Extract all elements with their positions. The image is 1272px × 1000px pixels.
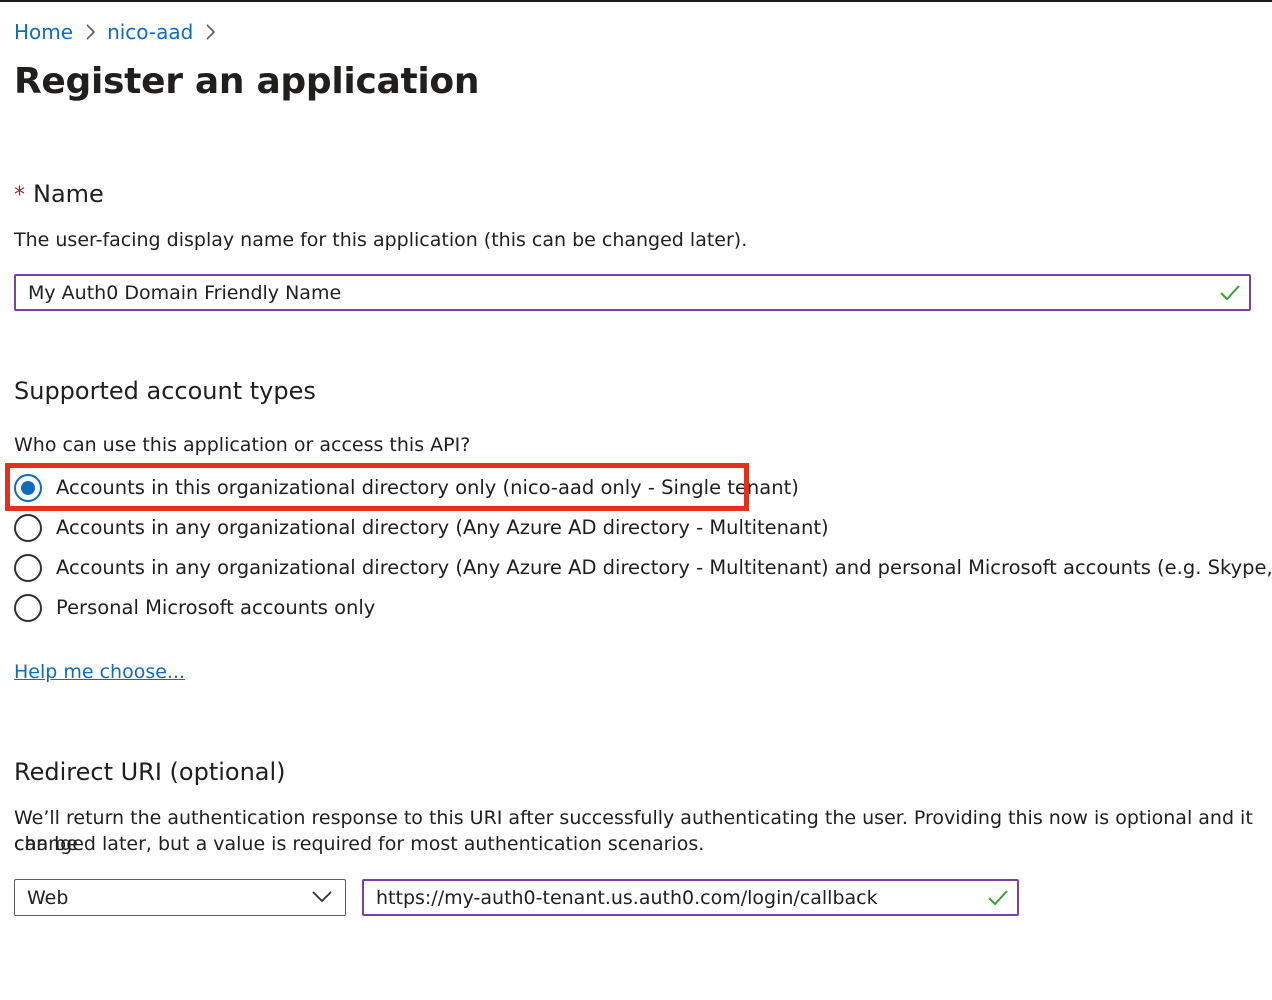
name-description: The user-facing display name for this ap… [14, 229, 748, 251]
chevron-right-icon [73, 23, 107, 41]
radio-button[interactable] [14, 554, 42, 582]
required-asterisk: * [14, 183, 25, 208]
platform-select[interactable]: Web [14, 879, 346, 916]
account-types-title: Supported account types [14, 377, 316, 405]
radio-button[interactable] [14, 514, 42, 542]
account-type-option-multitenant[interactable]: Accounts in any organizational directory… [14, 514, 829, 542]
radio-button[interactable] [14, 594, 42, 622]
account-type-option-multitenant-personal[interactable]: Accounts in any organizational directory… [14, 554, 1272, 582]
chevron-down-icon [312, 891, 332, 903]
account-type-option-label: Accounts in any organizational directory… [56, 556, 1272, 579]
checkmark-icon [988, 890, 1008, 906]
redirect-uri-description-line2: changed later, but a value is required f… [14, 833, 705, 855]
redirect-uri-value: https://my-auth0-tenant.us.auth0.com/log… [376, 886, 878, 909]
chevron-right-icon [193, 23, 227, 41]
name-label: * Name [14, 178, 104, 212]
name-input-value: My Auth0 Domain Friendly Name [28, 281, 342, 304]
page-title: Register an application [14, 61, 480, 102]
account-type-option-label: Personal Microsoft accounts only [56, 596, 376, 619]
account-type-option-label: Accounts in this organizational director… [56, 476, 799, 499]
redirect-uri-title: Redirect URI (optional) [14, 758, 286, 786]
redirect-uri-input[interactable]: https://my-auth0-tenant.us.auth0.com/log… [362, 879, 1019, 916]
register-app-page: Home nico-aad Register an application * N… [0, 0, 1272, 1000]
account-type-option-single-tenant[interactable]: Accounts in this organizational director… [14, 474, 799, 502]
name-input[interactable]: My Auth0 Domain Friendly Name [14, 274, 1251, 311]
name-label-text: Name [33, 180, 104, 208]
account-type-option-label: Accounts in any organizational directory… [56, 516, 829, 539]
radio-button-selected[interactable] [14, 474, 42, 502]
account-types-question: Who can use this application or access t… [14, 434, 471, 456]
breadcrumb: Home nico-aad [14, 19, 227, 45]
help-me-choose-link[interactable]: Help me choose... [14, 659, 185, 685]
account-type-option-personal-only[interactable]: Personal Microsoft accounts only [14, 594, 375, 622]
breadcrumb-tenant-link[interactable]: nico-aad [107, 19, 193, 45]
checkmark-icon [1220, 285, 1240, 301]
platform-select-value: Web [27, 886, 69, 909]
breadcrumb-home-link[interactable]: Home [14, 19, 73, 45]
